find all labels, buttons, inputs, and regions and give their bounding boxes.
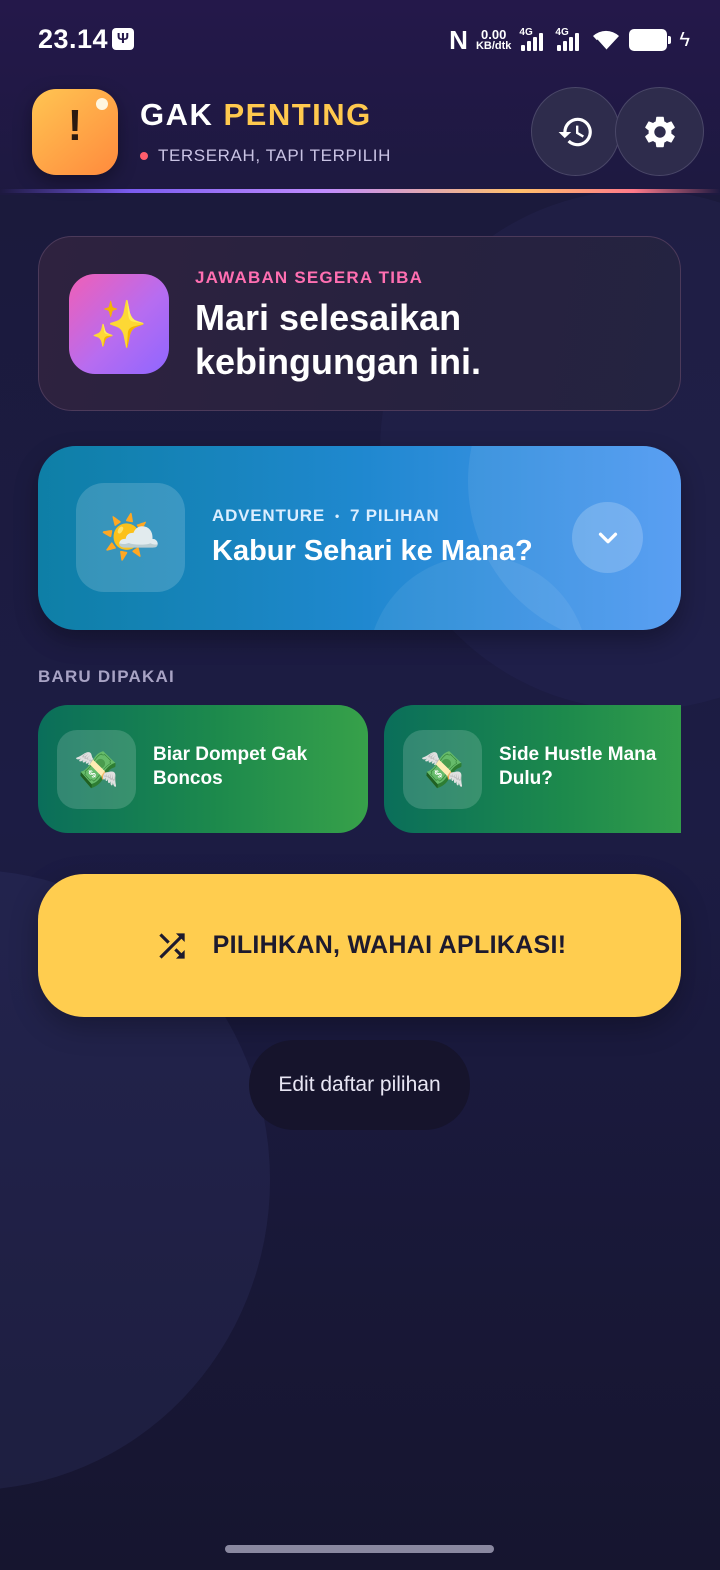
wifi-icon: [593, 30, 620, 51]
featured-category: ADVENTURE: [212, 506, 325, 525]
prompt-title: Mari selesaikan kebingungan ini.: [195, 297, 481, 382]
sparkles-icon: ✨: [69, 274, 169, 374]
featured-meta: ADVENTURE • 7 PILIHAN: [212, 506, 439, 526]
recent-item[interactable]: 💸 Side Hustle Mana Dulu?: [384, 705, 681, 833]
app-title-part2: PENTING: [223, 97, 372, 132]
shuffle-icon: [158, 932, 185, 959]
prompt-eyebrow: JAWABAN SEGERA TIBA: [195, 268, 424, 287]
prompt-card: ✨ JAWABAN SEGERA TIBA Mari selesaikan ke…: [38, 236, 681, 411]
expand-button[interactable]: [572, 502, 643, 573]
sun-behind-cloud-icon: 🌤️: [76, 483, 185, 592]
history-button[interactable]: [531, 87, 620, 176]
status-icons: N 0.00 KB/dtk 4G 4G ϟ: [449, 22, 690, 58]
app-title: GAK PENTING: [140, 97, 372, 133]
signal-icon: 4G: [555, 27, 583, 53]
settings-button[interactable]: [615, 87, 704, 176]
sim1-network-label: 4G: [519, 27, 533, 38]
featured-title: Kabur Sehari ke Mana?: [212, 535, 533, 567]
recent-section-label: BARU DIPAKAI: [38, 667, 175, 686]
chevron-down-icon: [598, 532, 617, 543]
charging-icon: ϟ: [679, 28, 690, 51]
sim2-network-label: 4G: [555, 27, 569, 38]
featured-separator: •: [335, 509, 341, 523]
app-logo: !: [32, 89, 118, 175]
home-indicator[interactable]: [225, 1545, 494, 1553]
featured-count: 7 PILIHAN: [350, 506, 440, 525]
recent-item[interactable]: 💸 Biar Dompet Gak Boncos: [38, 705, 368, 833]
recent-item-label: Biar Dompet Gak Boncos: [153, 744, 308, 789]
gear-icon: [644, 116, 675, 147]
edit-choices-label: Edit daftar pilihan: [278, 1073, 441, 1096]
pick-for-me-label: PILIHKAN, WAHAI APLIKASI!: [212, 931, 567, 959]
money-with-wings-icon: 💸: [57, 730, 136, 809]
pick-for-me-button[interactable]: PILIHKAN, WAHAI APLIKASI!: [38, 874, 681, 1017]
app-subtitle: TERSERAH, TAPI TERPILIH: [140, 146, 391, 166]
status-time: 23.14: [38, 24, 109, 54]
money-with-wings-icon: 💸: [403, 730, 482, 809]
nfc-icon: N: [449, 24, 468, 55]
app-subtitle-text: TERSERAH, TAPI TERPILIH: [158, 146, 391, 165]
battery-icon: [629, 29, 672, 51]
network-speed-unit: KB/dtk: [475, 40, 512, 52]
header-divider: [0, 189, 720, 193]
recent-item-label: Side Hustle Mana Dulu?: [499, 744, 657, 789]
app-title-part1: GAK: [140, 97, 224, 132]
recent-list: 💸 Biar Dompet Gak Boncos 💸 Side Hustle M…: [38, 705, 681, 833]
usb-icon: Ψ: [112, 28, 134, 50]
status-bar: 23.14 Ψ N 0.00 KB/dtk 4G 4G ϟ: [0, 0, 720, 80]
live-dot-icon: [140, 152, 148, 160]
edit-choices-button[interactable]: Edit daftar pilihan: [249, 1040, 470, 1130]
featured-category-card[interactable]: 🌤️ ADVENTURE • 7 PILIHAN Kabur Sehari ke…: [38, 446, 681, 630]
network-speed: 0.00 KB/dtk: [476, 28, 511, 52]
history-icon: [558, 117, 592, 146]
signal-icon: 4G: [519, 27, 547, 53]
